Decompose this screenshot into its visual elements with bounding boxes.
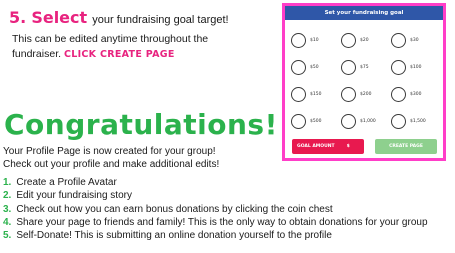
list-item: 4. Share your page to friends and family!… (3, 216, 428, 229)
amount-option[interactable]: $30 (391, 27, 441, 54)
list-item: 5. Self-Donate! This is submitting an onl… (3, 229, 428, 242)
radio-button[interactable] (291, 114, 306, 129)
intro-line: Your Profile Page is now created for you… (3, 146, 216, 157)
amount-option[interactable]: $20 (341, 27, 391, 54)
item-text: Edit your fundraising story (16, 190, 132, 202)
step-heading: 5. Select your fundraising goal target! (9, 8, 229, 27)
amount-label: $10 (310, 38, 319, 43)
amount-grid: $10 $20 $30 $50 $75 $100 $150 $200 $300 $500 $1,00… (291, 27, 441, 135)
amount-option[interactable]: $100 (391, 54, 441, 81)
item-text: Self-Donate! This is submitting an onlin… (16, 230, 332, 242)
amount-label: $500 (310, 119, 322, 124)
item-text: Create a Profile Avatar (16, 177, 117, 188)
amount-label: $50 (310, 65, 319, 70)
radio-button[interactable] (341, 87, 356, 102)
amount-option[interactable]: $1,500 (391, 108, 441, 135)
radio-button[interactable] (391, 33, 406, 48)
create-page-button[interactable]: CREATE PAGE (375, 139, 437, 154)
goal-amount-label: GOAL AMOUNT (297, 144, 335, 149)
goal-currency: $ (346, 144, 350, 149)
radio-button[interactable] (391, 87, 406, 102)
item-number: 5. (3, 230, 12, 242)
radio-button[interactable] (341, 114, 356, 129)
item-text: Share your page to friends and family! T… (16, 216, 428, 228)
step-description: This can be edited anytime throughout th… (12, 32, 242, 62)
goal-selection-screenshot: Set your fundraising goal $10 $20 $30 $50 $7… (282, 3, 446, 161)
amount-label: $1,500 (410, 119, 426, 124)
amount-option[interactable]: $1,000 (341, 108, 391, 135)
radio-button[interactable] (291, 87, 306, 102)
amount-label: $75 (360, 65, 369, 70)
radio-button[interactable] (341, 33, 356, 48)
step-number: 5. (9, 8, 27, 27)
step-keyword: Select (31, 8, 88, 27)
amount-option[interactable]: $10 (291, 27, 341, 54)
amount-label: $300 (410, 92, 422, 97)
intro-line: Check out your profile and make addition… (3, 159, 220, 170)
amount-option[interactable]: $300 (391, 81, 441, 108)
radio-button[interactable] (291, 60, 306, 75)
list-item: 2. Edit your fundraising story (3, 189, 428, 202)
item-number: 4. (3, 216, 12, 228)
create-page-cta: CLICK CREATE PAGE (63, 49, 175, 60)
step-text: your fundraising goal target! (92, 14, 229, 26)
next-steps-list: 1. Create a Profile Avatar 2. Edit your fun… (3, 176, 428, 242)
list-item: 3. Check out how you can earn bonus donat… (3, 203, 428, 216)
amount-label: $200 (360, 92, 372, 97)
radio-button[interactable] (391, 60, 406, 75)
mock-header: Set your fundraising goal (285, 6, 443, 20)
amount-label: $100 (410, 65, 422, 70)
intro-text: Your Profile Page is now created for you… (3, 145, 219, 171)
amount-label: $1,000 (360, 119, 376, 124)
goal-amount-field[interactable]: GOAL AMOUNT $ (292, 139, 364, 154)
radio-button[interactable] (341, 60, 356, 75)
radio-button[interactable] (391, 114, 406, 129)
amount-label: $20 (360, 38, 369, 43)
amount-option[interactable]: $75 (341, 54, 391, 81)
amount-label: $150 (310, 92, 322, 97)
amount-option[interactable]: $50 (291, 54, 341, 81)
list-item: 1. Create a Profile Avatar (3, 176, 428, 189)
amount-label: $30 (410, 38, 419, 43)
item-number: 2. (3, 190, 12, 202)
amount-option[interactable]: $500 (291, 108, 341, 135)
item-number: 1. (3, 177, 12, 188)
radio-button[interactable] (291, 33, 306, 48)
amount-option[interactable]: $150 (291, 81, 341, 108)
amount-option[interactable]: $200 (341, 81, 391, 108)
item-number: 3. (3, 203, 12, 215)
congratulations-heading: Congratulations! (4, 108, 278, 141)
item-text: Check out how you can earn bonus donatio… (16, 203, 333, 215)
